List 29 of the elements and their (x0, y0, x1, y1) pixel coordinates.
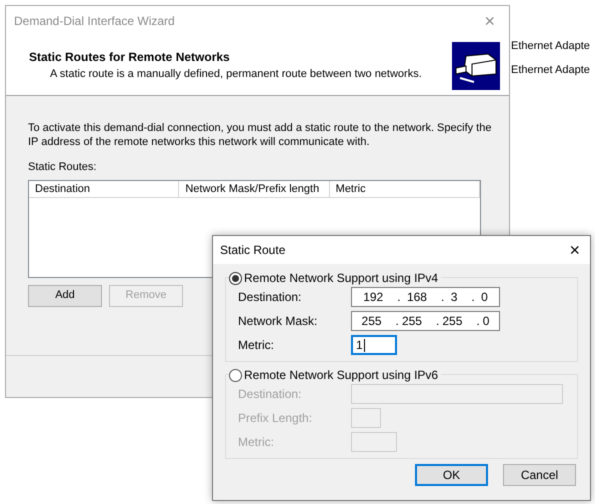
list-label: Static Routes: (28, 160, 98, 175)
column-header[interactable]: Network Mask/Prefix length (179, 180, 330, 198)
input-field[interactable]: 1 (351, 335, 397, 355)
field-label: Metric: (238, 434, 275, 451)
dialog-button[interactable]: OK (415, 464, 488, 486)
ip-address-field[interactable]: 255 . 255 . 255 . 0 (351, 311, 500, 331)
close-button[interactable]: × (484, 12, 495, 30)
adapter-name: Ethernet Adapte (510, 62, 590, 78)
field-label: Destination: (238, 386, 302, 403)
ip-address-field[interactable]: 192 . 168 . 3 . 0 (351, 287, 500, 307)
field-label: Prefix Length: (238, 410, 314, 427)
page-subtitle: A static route is a manually defined, permanent route between two networks. (49, 67, 422, 82)
list-button[interactable]: Add (28, 284, 102, 306)
adapter-name: Ethernet Adapte (510, 39, 590, 54)
field-label: Metric: (238, 337, 275, 354)
input-field[interactable] (351, 432, 397, 452)
dialog-title: Static Route (220, 242, 286, 259)
page-title: Static Routes for Remote Networks (29, 49, 231, 66)
close-button[interactable]: × (569, 241, 580, 259)
instructions-text: To activate this demand-dial connection, you must add a static route to the network. Specify the IP address of the remote networks this network will communicate with. (28, 121, 492, 149)
network-cable-icon (452, 42, 500, 90)
field-label: Network Mask: (238, 313, 318, 330)
field-label: Destination: (238, 289, 302, 306)
radio-icon[interactable] (229, 272, 242, 284)
dialog-button[interactable]: Cancel (503, 464, 576, 486)
column-header[interactable]: Metric (330, 180, 480, 198)
radio-option[interactable]: Remote Network Support using IPv4 (229, 269, 438, 287)
column-header[interactable]: Destination (29, 180, 180, 198)
window-title: Demand-Dial Interface Wizard (14, 13, 175, 30)
